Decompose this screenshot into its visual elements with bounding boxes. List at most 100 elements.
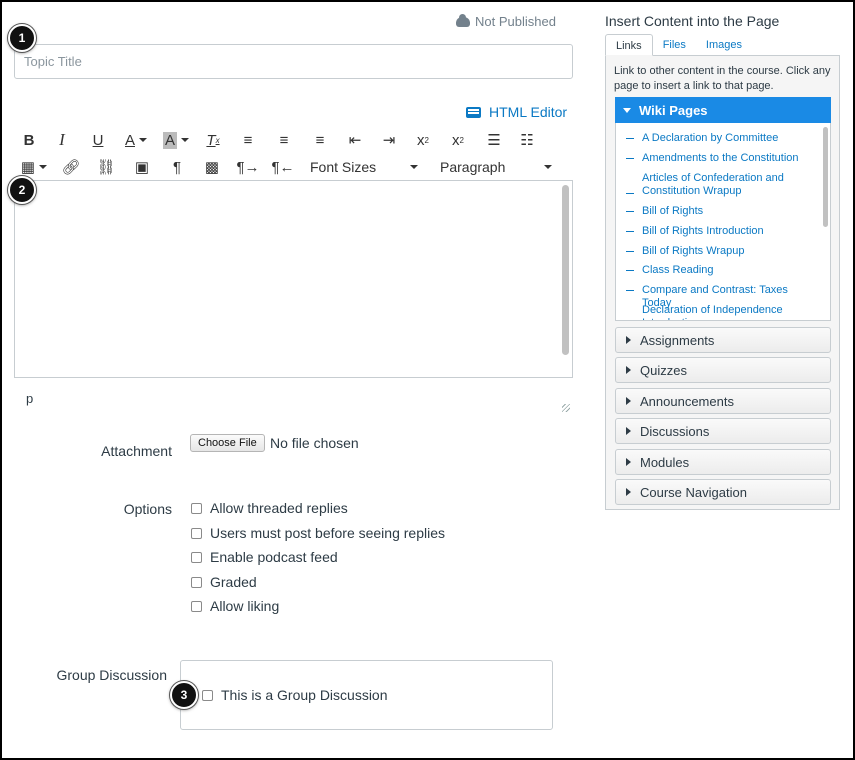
checkbox[interactable] xyxy=(191,551,202,563)
html-editor-link[interactable]: HTML Editor xyxy=(466,104,567,120)
image-icon[interactable]: ▣ xyxy=(124,155,160,179)
resize-handle-icon[interactable] xyxy=(562,404,570,412)
section-modules[interactable]: Modules xyxy=(615,449,831,475)
caret-right-icon xyxy=(626,488,631,496)
list-item[interactable]: Declaration of Independence Introduction xyxy=(626,304,816,320)
dash-icon xyxy=(626,211,634,212)
choose-file-button[interactable]: Choose File xyxy=(190,434,265,452)
wiki-pages-header[interactable]: Wiki Pages xyxy=(615,97,831,123)
caret-right-icon xyxy=(626,336,631,344)
superscript-icon[interactable]: x2 xyxy=(406,128,440,152)
dash-icon xyxy=(626,290,634,291)
checkbox[interactable] xyxy=(191,576,202,588)
checkbox[interactable] xyxy=(191,527,202,539)
rich-text-editor[interactable] xyxy=(14,180,573,378)
background-color-icon[interactable]: A xyxy=(156,128,196,152)
topic-title-input[interactable] xyxy=(14,44,573,79)
section-label: Assignments xyxy=(640,332,715,348)
option-podcast-feed[interactable]: Enable podcast feed xyxy=(191,549,338,565)
unlink-icon[interactable]: ⛓︎ xyxy=(88,155,124,179)
wiki-item-label: Declaration of Independence Introduction xyxy=(642,304,783,320)
option-label: Allow threaded replies xyxy=(210,500,348,516)
indent-icon[interactable]: ⇥ xyxy=(372,128,406,152)
dash-icon xyxy=(626,158,634,159)
wiki-item-label: Articles of Confederation and Constituti… xyxy=(642,172,784,197)
list-item[interactable]: A Declaration by Committee xyxy=(626,132,816,145)
option-label: Enable podcast feed xyxy=(210,549,338,565)
media-icon[interactable]: ▩ xyxy=(194,155,230,179)
clear-formatting-icon[interactable]: Tx xyxy=(196,128,230,152)
paragraph-dropdown[interactable]: Paragraph xyxy=(430,155,560,179)
caret-right-icon xyxy=(626,397,631,405)
caret-right-icon xyxy=(626,458,631,466)
list-item[interactable]: Bill of Rights Wrapup xyxy=(626,245,816,258)
editor-scrollbar[interactable] xyxy=(562,185,569,355)
option-allow-threaded-replies[interactable]: Allow threaded replies xyxy=(191,500,348,516)
underline-icon[interactable]: U xyxy=(80,128,116,152)
wiki-item-label: Bill of Rights Wrapup xyxy=(642,245,745,257)
caret-right-icon xyxy=(626,366,631,374)
numbered-list-icon[interactable]: ☷ xyxy=(512,128,542,152)
section-assignments[interactable]: Assignments xyxy=(615,327,831,353)
ltr-icon[interactable]: ¶→ xyxy=(230,155,266,179)
subscript-icon[interactable]: x2 xyxy=(440,128,476,152)
align-left-icon[interactable]: ≡ xyxy=(230,128,266,152)
checkbox[interactable] xyxy=(191,502,202,514)
dash-icon xyxy=(626,138,634,139)
wiki-list-scrollbar[interactable] xyxy=(823,127,828,227)
wiki-item-label: Bill of Rights Introduction xyxy=(642,225,764,237)
bold-icon[interactable]: B xyxy=(14,128,44,152)
step-badge-2: 2 xyxy=(8,176,36,204)
caret-down-icon xyxy=(623,107,631,113)
cloud-icon xyxy=(456,13,470,27)
tab-files[interactable]: Files xyxy=(653,34,696,56)
option-allow-liking[interactable]: Allow liking xyxy=(191,598,279,614)
section-label: Course Navigation xyxy=(640,484,747,500)
align-right-icon[interactable]: ≡ xyxy=(302,128,338,152)
font-sizes-dropdown[interactable]: Font Sizes xyxy=(300,155,430,179)
tab-links[interactable]: Links xyxy=(605,34,653,56)
panel-description: Link to other content in the course. Cli… xyxy=(614,65,831,92)
section-label: Discussions xyxy=(640,423,710,439)
section-label: Quizzes xyxy=(640,362,687,378)
checkbox[interactable] xyxy=(191,600,202,612)
section-discussions[interactable]: Discussions xyxy=(615,418,831,444)
checkbox[interactable] xyxy=(202,689,213,701)
outdent-icon[interactable]: ⇤ xyxy=(338,128,372,152)
section-label: Announcements xyxy=(640,393,734,409)
dash-icon xyxy=(626,193,634,194)
link-icon[interactable]: 🔗︎ xyxy=(54,155,88,179)
step-badge-1: 1 xyxy=(8,24,36,52)
list-item[interactable]: Class Reading xyxy=(626,264,816,277)
paragraph-mark-icon[interactable]: ¶ xyxy=(160,155,194,179)
dash-icon xyxy=(626,231,634,232)
panel-tabs: Links Files Images xyxy=(605,34,752,56)
section-label: Modules xyxy=(640,454,690,470)
rtl-icon[interactable]: ¶← xyxy=(266,155,300,179)
group-discussion-option[interactable]: This is a Group Discussion xyxy=(202,687,388,703)
align-center-icon[interactable]: ≡ xyxy=(266,128,302,152)
step-badge-3: 3 xyxy=(170,681,198,709)
option-post-before-seeing[interactable]: Users must post before seeing replies xyxy=(191,525,445,541)
list-item[interactable]: Bill of Rights xyxy=(626,205,816,218)
bullet-list-icon[interactable]: ☰ xyxy=(476,128,512,152)
list-item[interactable]: Bill of Rights Introduction xyxy=(626,225,816,238)
list-item[interactable]: Amendments to the Constitution xyxy=(626,152,816,165)
group-discussion-checkbox-label: This is a Group Discussion xyxy=(221,687,388,703)
editor-toolbar-row-2: ▦ 🔗︎ ⛓︎ ▣ ¶ ▩ ¶→ ¶← Font Sizes Paragraph xyxy=(14,154,560,180)
list-item[interactable]: Articles of Confederation and Constituti… xyxy=(626,172,816,198)
text-color-icon[interactable]: A xyxy=(116,128,156,152)
wiki-item-label: Bill of Rights xyxy=(642,205,704,217)
publish-status: Not Published xyxy=(456,13,556,29)
section-announcements[interactable]: Announcements xyxy=(615,388,831,414)
option-label: Users must post before seeing replies xyxy=(210,525,445,541)
section-course-navigation[interactable]: Course Navigation xyxy=(615,479,831,505)
group-discussion-label: Group Discussion xyxy=(56,667,168,683)
caret-right-icon xyxy=(626,427,631,435)
tab-images[interactable]: Images xyxy=(696,34,752,56)
html-editor-label: HTML Editor xyxy=(489,104,568,120)
option-graded[interactable]: Graded xyxy=(191,574,257,590)
publish-status-label: Not Published xyxy=(475,14,556,29)
italic-icon[interactable]: I xyxy=(44,128,80,152)
section-quizzes[interactable]: Quizzes xyxy=(615,357,831,383)
